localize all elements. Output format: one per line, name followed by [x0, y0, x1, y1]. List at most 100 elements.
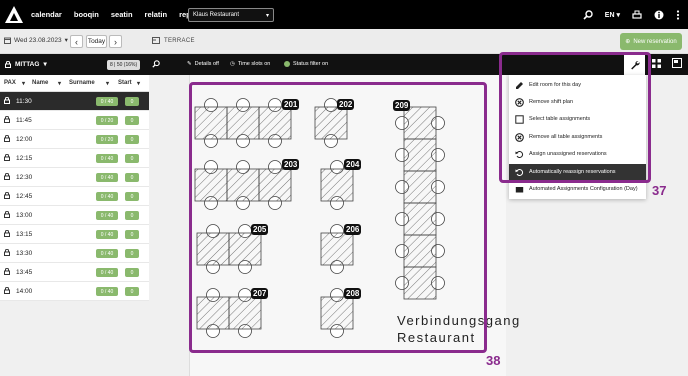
timeslot-count: 0 [125, 287, 139, 296]
shift-label: MITTAG [15, 60, 40, 68]
next-day-button[interactable]: › [109, 35, 122, 48]
language-select[interactable]: EN ▾ [605, 11, 620, 19]
printer-icon[interactable] [632, 10, 642, 20]
timeslot-count: 0 [125, 230, 139, 239]
config-icon [514, 185, 524, 194]
lock-icon [4, 172, 10, 182]
search-icon[interactable] [152, 60, 160, 68]
timeslot-capacity: 0 / 40 [96, 173, 118, 182]
date-toolbar: Wed 23.08.2023 ▾ ‹ Today › TERRACE ⊕ New… [0, 29, 688, 54]
menu-item-auto-assign-config[interactable]: Automated Assignments Configuration (Day… [509, 181, 646, 197]
timeslot-list: 11:30 0 / 40 0 11:45 0 / 20 0 12:00 0 / 20 0 1… [0, 92, 149, 301]
lock-icon [4, 134, 10, 144]
timeslot-capacity: 0 / 40 [96, 154, 118, 163]
timeslot-time: 13:15 [16, 231, 33, 238]
timeslot-capacity: 0 / 40 [96, 268, 118, 277]
chevron-down-icon: ▾ [106, 81, 110, 87]
reservation-list-header: PAX ▾ Name ▾ Surname ▾ Start ▾ [0, 75, 149, 92]
timeslot-capacity: 0 / 40 [96, 97, 118, 106]
chevron-right-icon: › [114, 36, 117, 47]
timeslot-row[interactable]: 11:30 0 / 40 0 [0, 92, 149, 111]
timeslot-time: 12:15 [16, 155, 33, 162]
timeslot-row[interactable]: 13:15 0 / 40 0 [0, 225, 149, 244]
timeslot-time: 13:30 [16, 250, 33, 257]
timeslot-count: 0 [125, 116, 139, 125]
status-dot-icon [284, 61, 290, 67]
date-label: Wed 23.08.2023 [14, 36, 62, 44]
timeslot-time: 11:30 [16, 98, 32, 105]
grid-view-icon[interactable] [652, 59, 661, 68]
col-name[interactable]: Name [32, 80, 48, 86]
timeslot-count: 0 [125, 268, 139, 277]
restaurant-select[interactable]: Klaus Restaurant ▾ [188, 8, 274, 22]
timeslot-row[interactable]: 12:15 0 / 40 0 [0, 149, 149, 168]
nav-seatin[interactable]: seatin [111, 10, 133, 19]
new-reservation-label: New reservation [633, 38, 677, 45]
col-start[interactable]: Start [118, 80, 132, 86]
timeslot-time: 13:00 [16, 212, 33, 219]
timeslot-count: 0 [125, 135, 139, 144]
timeslot-row[interactable]: 12:30 0 / 40 0 [0, 168, 149, 187]
timeslot-capacity: 0 / 40 [96, 192, 118, 201]
statusfilter-toggle[interactable]: Status filter on [284, 61, 328, 67]
chevron-left-icon: ‹ [75, 36, 78, 47]
timeslots-label: Time slots on [237, 61, 271, 67]
details-label: Details off [194, 61, 219, 67]
chevron-down-icon: ▾ [22, 81, 26, 87]
timeslot-capacity: 0 / 20 [96, 116, 118, 125]
restaurant-name: Klaus Restaurant [193, 12, 240, 18]
timeslot-time: 11:45 [16, 117, 32, 124]
timeslot-capacity: 0 / 40 [96, 230, 118, 239]
lock-icon [4, 248, 10, 258]
callout-number-menu: 37 [652, 183, 667, 198]
timeslots-toggle[interactable]: ◷ Time slots on [230, 61, 270, 67]
capacity-badge: 8 | 50 (16%) [107, 60, 141, 70]
nav-booqin[interactable]: booqin [74, 10, 99, 19]
area-selector[interactable]: TERRACE [152, 37, 195, 44]
timeslot-row[interactable]: 11:45 0 / 20 0 [0, 111, 149, 130]
timeslot-count: 0 [125, 211, 139, 220]
timeslot-time: 14:00 [16, 288, 33, 295]
timeslot-row[interactable]: 12:00 0 / 20 0 [0, 130, 149, 149]
new-reservation-button[interactable]: ⊕ New reservation [620, 33, 682, 50]
date-picker[interactable]: Wed 23.08.2023 ▾ [4, 36, 68, 44]
plus-circle-icon: ⊕ [625, 39, 631, 45]
timeslot-time: 12:30 [16, 174, 33, 181]
statusfilter-label: Status filter on [293, 61, 329, 67]
calendar-icon [4, 37, 11, 44]
timeslot-count: 0 [125, 249, 139, 258]
nav-calendar[interactable]: calendar [31, 10, 62, 19]
col-surname[interactable]: Surname [69, 80, 95, 86]
menu-item-label: Automated Assignments Configuration (Day… [529, 186, 638, 192]
lock-icon [4, 229, 10, 239]
timeslot-row[interactable]: 12:45 0 / 40 0 [0, 187, 149, 206]
room-icon [152, 37, 160, 44]
col-pax[interactable]: PAX [4, 80, 16, 86]
search-icon[interactable] [583, 9, 593, 20]
right-side-panel [646, 75, 688, 376]
timeslot-row[interactable]: 13:45 0 / 40 0 [0, 263, 149, 282]
callout-number-room: 38 [486, 353, 501, 368]
today-button[interactable]: Today [86, 35, 107, 48]
shift-select[interactable]: MITTAG ▾ [5, 60, 47, 68]
callout-frame-room [189, 82, 487, 353]
callout-frame-menu [499, 52, 651, 183]
timeslot-row[interactable]: 14:00 0 / 40 0 [0, 282, 149, 301]
top-navigation: calendar booqin seatin relatin reportin … [0, 0, 688, 29]
app-logo[interactable] [4, 5, 24, 24]
chevron-down-icon: ▾ [43, 61, 47, 68]
timeslot-row[interactable]: 13:30 0 / 40 0 [0, 244, 149, 263]
more-icon[interactable] [676, 9, 680, 20]
language-label: EN [604, 11, 615, 19]
info-icon[interactable] [654, 10, 664, 20]
nav-relatin[interactable]: relatin [145, 10, 168, 19]
pencil-icon: ✎ [187, 61, 192, 67]
details-toggle[interactable]: ✎ Details off [187, 61, 219, 67]
prev-day-button[interactable]: ‹ [70, 35, 83, 48]
lock-icon [4, 96, 10, 106]
lock-icon [4, 153, 10, 163]
timeslot-count: 0 [125, 154, 139, 163]
timeslot-count: 0 [125, 97, 139, 106]
timeslot-row[interactable]: 13:00 0 / 40 0 [0, 206, 149, 225]
layout-icon[interactable] [672, 58, 682, 68]
